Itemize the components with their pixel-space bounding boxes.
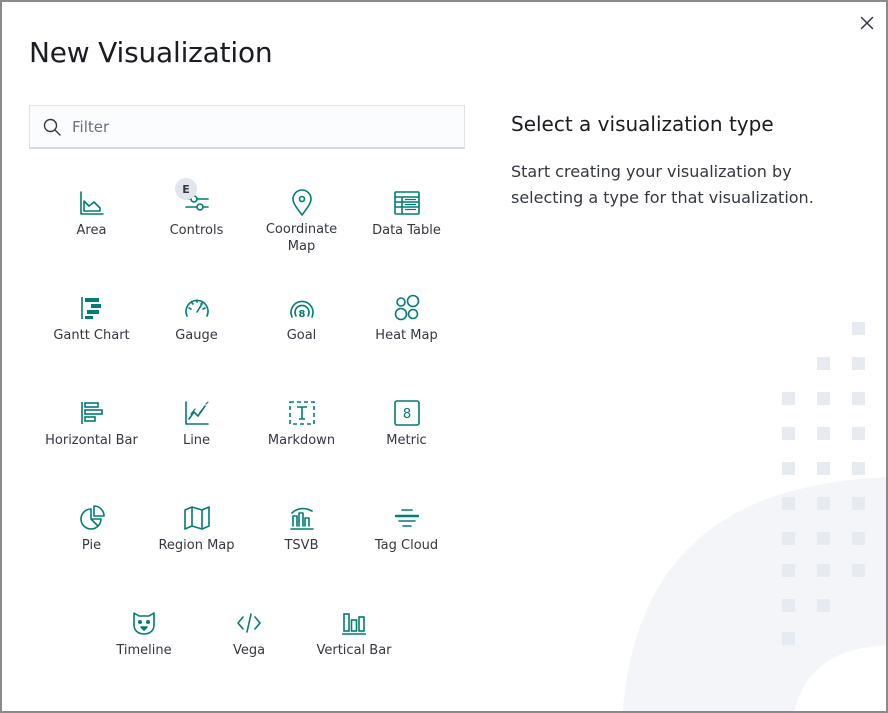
- vis-type-label: Timeline: [116, 643, 172, 658]
- svg-text:8: 8: [402, 407, 410, 422]
- tsvb-icon: [286, 502, 318, 534]
- description-text: Start creating your visualization by sel…: [511, 162, 814, 207]
- vis-type-vertical-bar[interactable]: Vertical Bar: [302, 590, 407, 695]
- area-chart-icon: [76, 187, 108, 219]
- vis-type-heat-map[interactable]: Heat Map: [354, 275, 459, 380]
- vis-type-pie[interactable]: Pie: [39, 485, 144, 590]
- vis-type-label: Coordinate Map: [265, 222, 338, 254]
- description-title: Select a visualization type: [511, 112, 774, 136]
- vis-type-region-map[interactable]: Region Map: [144, 485, 249, 590]
- dialog-title: New Visualization: [29, 36, 273, 69]
- vis-type-label: Vertical Bar: [316, 643, 392, 658]
- horizontal-bar-icon: [76, 397, 108, 429]
- svg-text:8: 8: [298, 309, 305, 320]
- vis-type-label: Gauge: [175, 328, 218, 343]
- search-icon: [43, 118, 61, 136]
- vis-type-goal[interactable]: 8 Goal: [249, 275, 354, 380]
- vis-type-label: Controls: [169, 223, 224, 238]
- vis-type-gauge[interactable]: Gauge: [144, 275, 249, 380]
- gantt-chart-icon: [76, 292, 108, 324]
- vis-type-label: Tag Cloud: [374, 538, 439, 553]
- vis-type-label: Horizontal Bar: [45, 433, 138, 448]
- vis-type-metric[interactable]: 8 Metric: [354, 380, 459, 485]
- vis-type-label: Vega: [232, 643, 266, 658]
- vis-type-markdown[interactable]: Markdown: [249, 380, 354, 485]
- vis-type-label: TSVB: [284, 538, 319, 553]
- filter-input[interactable]: [72, 117, 452, 136]
- vis-type-label: Line: [182, 433, 211, 448]
- goal-icon: 8: [286, 292, 318, 324]
- vis-type-gantt-chart[interactable]: Gantt Chart: [39, 275, 144, 380]
- vis-type-tag-cloud[interactable]: Tag Cloud: [354, 485, 459, 590]
- heatmap-icon: [391, 292, 423, 324]
- new-visualization-dialog: New Visualization Area: [0, 0, 888, 713]
- vis-type-label: Metric: [386, 433, 427, 448]
- vis-type-vega[interactable]: Vega: [197, 590, 302, 695]
- experimental-badge: E: [175, 178, 197, 200]
- vis-type-label: Goal: [286, 328, 317, 343]
- vis-type-label: Heat Map: [375, 328, 438, 343]
- gauge-icon: [181, 292, 213, 324]
- vis-type-label: Gantt Chart: [53, 328, 130, 343]
- vertical-bar-icon: [338, 607, 370, 639]
- markdown-icon: [286, 397, 318, 429]
- timeline-icon: [128, 607, 160, 639]
- background-illustration: [622, 322, 886, 711]
- filter-field[interactable]: [29, 105, 465, 149]
- vis-type-label: Markdown: [267, 433, 336, 448]
- vis-type-label: Data Table: [372, 223, 441, 238]
- tag-cloud-icon: [391, 502, 423, 534]
- vis-type-data-table[interactable]: Data Table: [354, 170, 459, 275]
- vis-type-area[interactable]: Area: [39, 170, 144, 275]
- visualization-type-grid: Area Controls Coordinate Map Data Table …: [39, 170, 459, 695]
- map-marker-icon: [286, 187, 318, 219]
- vega-icon: [233, 607, 265, 639]
- vis-type-label: Pie: [81, 538, 102, 553]
- region-map-icon: [181, 502, 213, 534]
- vis-type-label: Region Map: [158, 538, 235, 553]
- vis-type-horizontal-bar[interactable]: Horizontal Bar: [39, 380, 144, 485]
- vis-type-timeline[interactable]: Timeline: [92, 590, 197, 695]
- table-icon: [391, 187, 423, 219]
- close-icon: [860, 16, 874, 30]
- pie-chart-icon: [76, 502, 108, 534]
- vis-type-line[interactable]: Line: [144, 380, 249, 485]
- line-chart-icon: [181, 397, 213, 429]
- vis-type-tsvb[interactable]: TSVB: [249, 485, 354, 590]
- vis-type-label: Area: [76, 223, 107, 238]
- close-button[interactable]: [856, 12, 878, 34]
- metric-icon: 8: [391, 397, 423, 429]
- vis-type-coordinate-map[interactable]: Coordinate Map: [249, 170, 354, 275]
